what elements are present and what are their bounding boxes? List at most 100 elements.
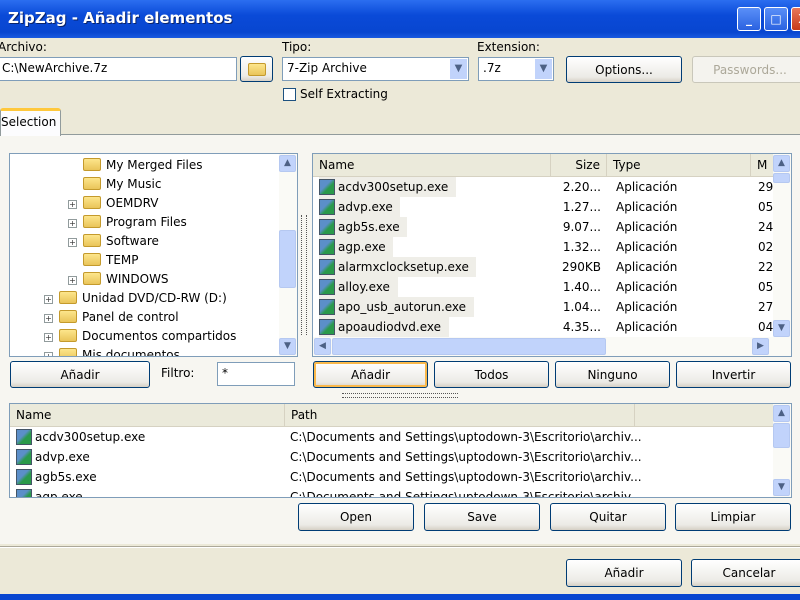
file-row[interactable]: apo_usb_autorun.exe 1.04... Aplicación 27 (313, 297, 791, 317)
scroll-thumb[interactable] (279, 230, 296, 288)
tree-item-label: TEMP (106, 253, 139, 267)
selected-row[interactable]: agb5s.exe C:\Documents and Settings\uptod… (10, 467, 791, 487)
vertical-splitter[interactable] (301, 215, 307, 335)
archive-input[interactable]: C:\NewArchive.7z (0, 57, 237, 81)
file-row[interactable]: agb5s.exe 9.07... Aplicación 24 (313, 217, 791, 237)
file-row[interactable]: advp.exe 1.27... Aplicación 05 (313, 197, 791, 217)
tree-item[interactable]: + Documentos compartidos (10, 327, 278, 346)
file-row[interactable]: alloy.exe 1.40... Aplicación 05 (313, 277, 791, 297)
tab-selection[interactable]: Selection (0, 108, 61, 136)
filter-label: Filtro: (161, 366, 195, 380)
tree-item[interactable]: + Unidad DVD/CD-RW (D:) (10, 289, 278, 308)
file-row[interactable]: agp.exe 1.32... Aplicación 02 (313, 237, 791, 257)
clear-button[interactable]: Limpiar (675, 503, 791, 531)
file-list-vscroll[interactable]: ▲ ▼ (773, 154, 791, 338)
file-name: agb5s.exe (35, 470, 97, 484)
scroll-down-icon[interactable]: ▼ (279, 338, 296, 355)
window-title: ZipZag - Añadir elementos (8, 9, 233, 27)
selected-list-header: Name Path (10, 404, 791, 427)
tree-item[interactable]: +My Merged Files (10, 156, 278, 175)
column-name[interactable]: Name (10, 404, 285, 426)
scroll-up-icon[interactable]: ▲ (773, 155, 790, 172)
expand-icon[interactable]: + (44, 314, 53, 323)
passwords-button[interactable]: Passwords... (692, 56, 800, 83)
file-size: 1.32... (562, 240, 601, 254)
tree-item[interactable]: + Mis documentos (10, 346, 278, 356)
add-folder-button[interactable]: Añadir (10, 361, 150, 388)
column-modified[interactable]: M (751, 154, 773, 176)
tree-item[interactable]: + OEMDRV (10, 194, 278, 213)
scroll-left-icon[interactable]: ◀ (314, 338, 331, 355)
expand-icon[interactable]: + (68, 238, 77, 247)
application-icon (319, 179, 335, 195)
folder-icon (83, 234, 101, 247)
scroll-thumb[interactable] (332, 338, 606, 355)
column-path[interactable]: Path (285, 404, 635, 426)
selected-row[interactable]: acdv300setup.exe C:\Documents and Setting… (10, 427, 791, 447)
type-label: Tipo: (282, 40, 312, 54)
expand-icon[interactable]: + (44, 295, 53, 304)
self-extracting-checkbox[interactable] (283, 88, 296, 101)
close-button[interactable]: X (791, 7, 800, 31)
folder-icon (247, 62, 266, 76)
folder-tree[interactable]: +My Merged Files+My Music+OEMDRV+Program… (9, 153, 298, 357)
tree-item[interactable]: + Panel de control (10, 308, 278, 327)
selected-row[interactable]: agp.exe C:\Documents and Settings\uptodow… (10, 487, 791, 497)
tree-item-label: OEMDRV (106, 196, 159, 210)
file-row[interactable]: alarmxclocksetup.exe 290KB Aplicación 22 (313, 257, 791, 277)
tree-item[interactable]: + Software (10, 232, 278, 251)
selected-row[interactable]: advp.exe C:\Documents and Settings\uptodo… (10, 447, 791, 467)
filter-input[interactable]: * (217, 362, 295, 386)
tree-item[interactable]: +My Music (10, 175, 278, 194)
file-type: Aplicación (616, 300, 678, 314)
tree-item-label: Program Files (106, 215, 187, 229)
save-button[interactable]: Save (424, 503, 540, 531)
tree-item[interactable]: + WINDOWS (10, 270, 278, 289)
type-select[interactable]: 7-Zip Archive ▼ (282, 57, 469, 81)
tree-scrollbar[interactable]: ▲ ▼ (279, 154, 297, 356)
invert-selection-button[interactable]: Invertir (676, 361, 791, 388)
options-button[interactable]: Options... (566, 56, 682, 83)
expand-icon[interactable]: + (68, 219, 77, 228)
add-files-button[interactable]: Añadir (313, 361, 428, 388)
scroll-up-icon[interactable]: ▲ (279, 155, 296, 172)
extension-select[interactable]: .7z ▼ (478, 57, 554, 81)
selected-files-list[interactable]: Name Path acdv300setup.exe C:\Documents an… (9, 403, 792, 498)
folder-icon (83, 158, 101, 171)
column-size[interactable]: Size (551, 154, 607, 176)
ok-add-button[interactable]: Añadir (566, 559, 682, 587)
expand-icon[interactable]: + (68, 276, 77, 285)
minimize-button[interactable]: _ (737, 7, 761, 31)
expand-icon[interactable]: + (68, 200, 77, 209)
expand-icon[interactable]: + (44, 352, 53, 356)
tree-item-label: Unidad DVD/CD-RW (D:) (82, 291, 227, 305)
tree-item[interactable]: +TEMP (10, 251, 278, 270)
scroll-down-icon[interactable]: ▼ (773, 479, 790, 496)
open-button[interactable]: Open (298, 503, 414, 531)
select-none-button[interactable]: Ninguno (555, 361, 670, 388)
folder-icon (83, 177, 101, 190)
remove-button[interactable]: Quitar (550, 503, 666, 531)
cancel-button[interactable]: Cancelar (691, 559, 800, 587)
column-type[interactable]: Type (607, 154, 751, 176)
selected-list-scrollbar[interactable]: ▲ ▼ (773, 404, 791, 497)
scroll-right-icon[interactable]: ▶ (752, 338, 769, 355)
maximize-button[interactable]: □ (764, 7, 788, 31)
select-all-button[interactable]: Todos (434, 361, 549, 388)
file-list-hscroll[interactable]: ◀ ▶ (313, 337, 791, 356)
tree-item-label: My Music (106, 177, 162, 191)
horizontal-splitter[interactable] (342, 393, 458, 398)
file-name: acdv300setup.exe (35, 430, 146, 444)
application-icon (16, 429, 32, 445)
scroll-up-icon[interactable]: ▲ (773, 405, 790, 422)
column-name[interactable]: Name (313, 154, 551, 176)
browse-button[interactable] (240, 56, 273, 82)
expand-icon[interactable]: + (44, 333, 53, 342)
file-row[interactable]: acdv300setup.exe 2.20... Aplicación 29 (313, 177, 791, 197)
file-list[interactable]: Name Size Type M acdv300setup.exe 2.20... Ap… (312, 153, 792, 357)
scroll-thumb[interactable] (773, 173, 790, 183)
tree-item[interactable]: + Program Files (10, 213, 278, 232)
scroll-thumb[interactable] (773, 423, 790, 448)
scroll-down-icon[interactable]: ▼ (773, 320, 790, 337)
file-row[interactable]: apoaudiodvd.exe 4.35... Aplicación 04 (313, 317, 791, 337)
